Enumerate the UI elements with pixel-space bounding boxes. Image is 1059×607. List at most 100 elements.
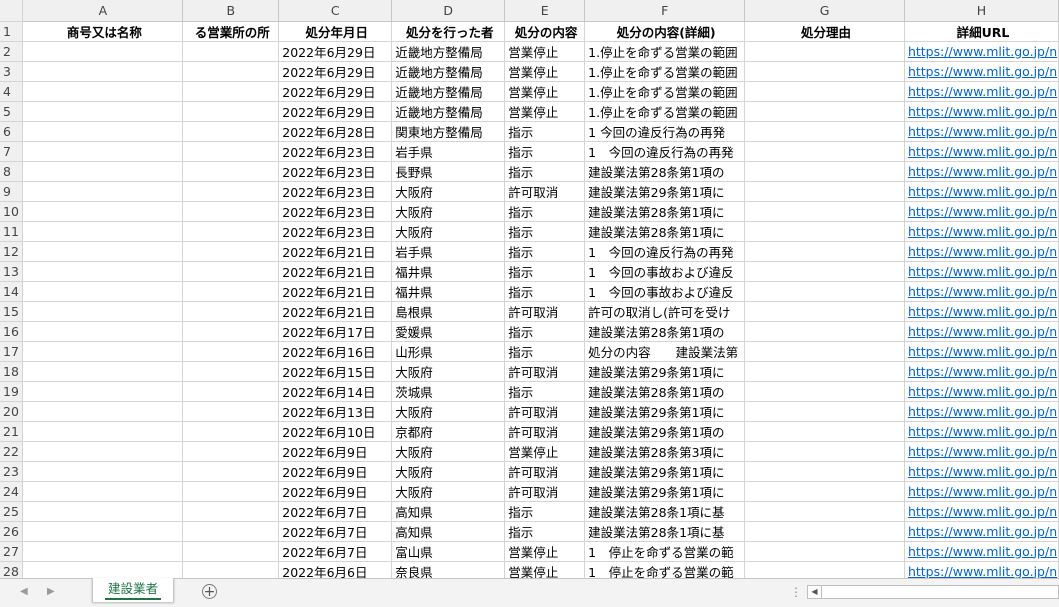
cell-detail-url-link[interactable]: https://www.mlit.go.jp/n <box>904 41 1059 62</box>
cell-authority[interactable]: 近畿地方整備局 <box>391 41 506 62</box>
row-header[interactable]: 16 <box>0 321 24 342</box>
cell-detail-url-link[interactable]: https://www.mlit.go.jp/n <box>904 521 1059 542</box>
cell-office-location[interactable] <box>182 481 280 502</box>
cell-date[interactable]: 2022年6月9日 <box>278 461 393 482</box>
cell-date[interactable]: 2022年6月23日 <box>278 181 393 202</box>
cell-disposition-type[interactable]: 営業停止 <box>504 61 586 82</box>
scroll-splitter-icon[interactable]: ⋮ <box>790 585 802 599</box>
chevron-right-icon[interactable]: ▶ <box>47 586 55 597</box>
cell-authority[interactable]: 福井県 <box>391 261 506 282</box>
cell-reason[interactable] <box>744 381 905 402</box>
cell-authority[interactable]: 高知県 <box>391 501 506 522</box>
cell-company-name[interactable] <box>22 81 184 102</box>
cell-authority[interactable]: 関東地方整備局 <box>391 121 506 142</box>
scroll-left-arrow-icon[interactable]: ◀ <box>808 586 822 598</box>
cell-disposition-type[interactable]: 指示 <box>504 341 586 362</box>
cell-company-name[interactable] <box>22 241 184 262</box>
cell-reason[interactable] <box>744 161 905 182</box>
cell-reason[interactable] <box>744 261 905 282</box>
cell-reason[interactable] <box>744 61 905 82</box>
cell-detail-url-link[interactable]: https://www.mlit.go.jp/n <box>904 81 1059 102</box>
cell-detail-url-link[interactable]: https://www.mlit.go.jp/n <box>904 221 1059 242</box>
cell-date[interactable]: 2022年6月13日 <box>278 401 393 422</box>
cell-office-location[interactable] <box>182 241 280 262</box>
header-cell[interactable]: 処分の内容(詳細) <box>584 21 746 42</box>
cell-date[interactable]: 2022年6月21日 <box>278 301 393 322</box>
cell-authority[interactable]: 大阪府 <box>391 461 506 482</box>
cell-disposition-type[interactable]: 営業停止 <box>504 561 586 578</box>
header-cell[interactable]: 処分を行った者 <box>391 21 506 42</box>
header-cell[interactable]: る営業所の所 <box>182 21 280 42</box>
cell-date[interactable]: 2022年6月14日 <box>278 381 393 402</box>
cell-disposition-type[interactable]: 指示 <box>504 221 586 242</box>
cell-disposition-detail[interactable]: 1 今回の事故および違反 <box>584 281 746 302</box>
cell-disposition-detail[interactable]: 処分の内容 建設業法第 <box>584 341 746 362</box>
cell-disposition-type[interactable]: 指示 <box>504 121 586 142</box>
cell-disposition-type[interactable]: 指示 <box>504 161 586 182</box>
cell-detail-url-link[interactable]: https://www.mlit.go.jp/n <box>904 321 1059 342</box>
cell-disposition-type[interactable]: 指示 <box>504 501 586 522</box>
cell-disposition-detail[interactable]: 建設業法第28条第1項に <box>584 201 746 222</box>
cell-disposition-detail[interactable]: 1 今回の違反行為の再発 <box>584 241 746 262</box>
cell-disposition-detail[interactable]: 1 停止を命ずる営業の範 <box>584 541 746 562</box>
cell-office-location[interactable] <box>182 281 280 302</box>
cell-disposition-type[interactable]: 許可取消 <box>504 301 586 322</box>
cell-reason[interactable] <box>744 361 905 382</box>
cell-detail-url-link[interactable]: https://www.mlit.go.jp/n <box>904 401 1059 422</box>
cell-detail-url-link[interactable]: https://www.mlit.go.jp/n <box>904 501 1059 522</box>
row-header[interactable]: 8 <box>0 161 24 182</box>
cell-office-location[interactable] <box>182 561 280 578</box>
cell-reason[interactable] <box>744 481 905 502</box>
cell-company-name[interactable] <box>22 301 184 322</box>
row-header[interactable]: 17 <box>0 341 24 362</box>
cell-disposition-type[interactable]: 指示 <box>504 281 586 302</box>
cell-disposition-detail[interactable]: 建設業法第28条第3項に <box>584 441 746 462</box>
cell-disposition-type[interactable]: 指示 <box>504 321 586 342</box>
cell-authority[interactable]: 福井県 <box>391 281 506 302</box>
cell-authority[interactable]: 高知県 <box>391 521 506 542</box>
row-header[interactable]: 22 <box>0 441 24 462</box>
cell-disposition-detail[interactable]: 建設業法第29条第1項に <box>584 481 746 502</box>
cell-date[interactable]: 2022年6月21日 <box>278 261 393 282</box>
cell-reason[interactable] <box>744 521 905 542</box>
cell-detail-url-link[interactable]: https://www.mlit.go.jp/n <box>904 361 1059 382</box>
cell-authority[interactable]: 奈良県 <box>391 561 506 578</box>
cell-company-name[interactable] <box>22 161 184 182</box>
cell-disposition-type[interactable]: 営業停止 <box>504 81 586 102</box>
cell-reason[interactable] <box>744 81 905 102</box>
cell-date[interactable]: 2022年6月29日 <box>278 61 393 82</box>
cell-reason[interactable] <box>744 321 905 342</box>
cell-authority[interactable]: 島根県 <box>391 301 506 322</box>
cell-office-location[interactable] <box>182 361 280 382</box>
spreadsheet-grid[interactable]: ABCDEFGH 1 商号又は名称 る営業所の所 処分年月日 処分を行った者 処分の内容処… <box>0 0 1059 578</box>
cell-office-location[interactable] <box>182 161 280 182</box>
cell-reason[interactable] <box>744 121 905 142</box>
cell-disposition-type[interactable]: 営業停止 <box>504 441 586 462</box>
cell-disposition-detail[interactable]: 1 今回の事故および違反 <box>584 261 746 282</box>
cell-disposition-detail[interactable]: 建設業法第28条第1項に <box>584 221 746 242</box>
cell-detail-url-link[interactable]: https://www.mlit.go.jp/n <box>904 101 1059 122</box>
cell-office-location[interactable] <box>182 421 280 442</box>
cell-date[interactable]: 2022年6月7日 <box>278 521 393 542</box>
cell-office-location[interactable] <box>182 541 280 562</box>
cell-disposition-detail[interactable]: 1 今回の違反行為の再発 <box>584 141 746 162</box>
cell-disposition-type[interactable]: 許可取消 <box>504 421 586 442</box>
row-header[interactable]: 2 <box>0 41 24 62</box>
cell-date[interactable]: 2022年6月23日 <box>278 221 393 242</box>
chevron-left-icon[interactable]: ◀ <box>20 586 28 597</box>
cell-disposition-detail[interactable]: 1.停止を命ずる営業の範囲 <box>584 41 746 62</box>
cell-date[interactable]: 2022年6月6日 <box>278 561 393 578</box>
cell-disposition-type[interactable]: 許可取消 <box>504 401 586 422</box>
cell-disposition-type[interactable]: 許可取消 <box>504 361 586 382</box>
cell-detail-url-link[interactable]: https://www.mlit.go.jp/n <box>904 121 1059 142</box>
cell-date[interactable]: 2022年6月21日 <box>278 241 393 262</box>
cell-company-name[interactable] <box>22 561 184 578</box>
cell-company-name[interactable] <box>22 61 184 82</box>
cell-detail-url-link[interactable]: https://www.mlit.go.jp/n <box>904 461 1059 482</box>
cell-disposition-detail[interactable]: 建設業法第28条第1項の <box>584 161 746 182</box>
row-header[interactable]: 5 <box>0 101 24 122</box>
cell-office-location[interactable] <box>182 101 280 122</box>
cell-reason[interactable] <box>744 41 905 62</box>
cell-office-location[interactable] <box>182 301 280 322</box>
cell-disposition-detail[interactable]: 建設業法第28条1項に基 <box>584 521 746 542</box>
